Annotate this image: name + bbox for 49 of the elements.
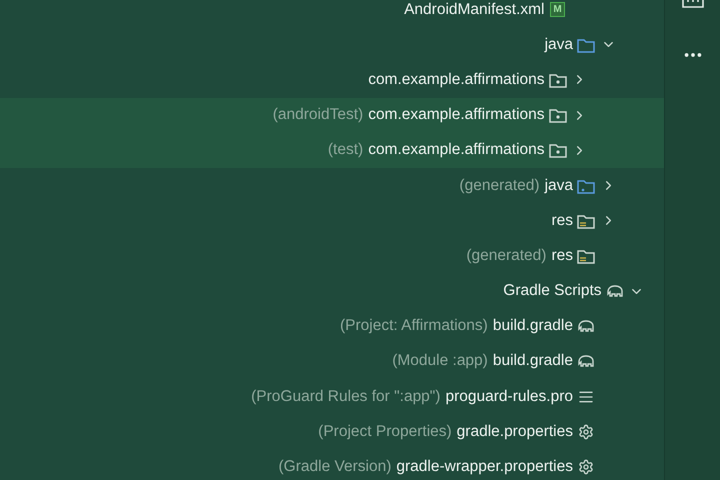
file-detail: (test): [328, 141, 364, 160]
tree-row[interactable]: (Project: Affirmations) build.gradle: [0, 308, 664, 344]
tree-row[interactable]: AndroidManifest.xml M: [0, 0, 664, 28]
file-name: res: [551, 246, 573, 265]
file-detail: (Project Properties): [318, 422, 452, 441]
tree-row[interactable]: (ProGuard Rules for ":app") proguard-rules.pro: [0, 379, 664, 414]
file-detail: (generated): [459, 176, 540, 195]
folder-icon: [577, 36, 595, 53]
file-name: build.gradle: [492, 317, 573, 336]
file-detail: (generated): [466, 246, 546, 265]
tree-row[interactable]: com.example.affirmations: [0, 62, 664, 98]
resource-folder-icon: [577, 212, 595, 229]
file-name: com.example.affirmations: [368, 70, 544, 89]
file-name: gradle.properties: [456, 422, 573, 441]
package-folder-icon: [548, 107, 566, 124]
resource-folder-icon: [577, 248, 595, 264]
tree-row[interactable]: java: [0, 27, 664, 62]
file-name: java: [544, 176, 573, 195]
file-detail: (ProGuard Rules for ":app"): [251, 388, 440, 406]
file-detail: (Gradle Version): [278, 458, 392, 476]
file-name: AndroidManifest.xml: [404, 0, 544, 19]
tree-row[interactable]: (Module :app) build.gradle: [0, 344, 664, 380]
file-name: build.gradle: [492, 352, 573, 370]
tree-row[interactable]: (test) com.example.affirmations: [0, 132, 664, 168]
tree-row[interactable]: (generated) java: [0, 168, 664, 204]
manifest-icon: M: [550, 2, 565, 18]
tree-row[interactable]: Gradle Scripts: [0, 274, 664, 309]
file-name: gradle-wrapper.properties: [396, 458, 573, 476]
package-folder-icon: [548, 72, 566, 88]
file-name: java: [544, 36, 573, 54]
toolbar-icon[interactable]: [682, 0, 704, 8]
text-file-icon: [578, 388, 594, 405]
file-name: Gradle Scripts: [503, 282, 602, 300]
tree-row[interactable]: (Gradle Version) gradle-wrapper.properties: [0, 449, 664, 480]
settings-icon: [578, 424, 594, 440]
tree-row[interactable]: (androidTest) com.example.affirmations: [0, 98, 664, 133]
file-detail: (Project: Affirmations): [340, 317, 488, 336]
tree-row[interactable]: (generated) res: [0, 238, 664, 274]
package-folder-icon: [548, 142, 566, 158]
file-detail: (androidTest): [272, 106, 364, 124]
file-name: proguard-rules.pro: [445, 388, 573, 406]
file-detail: (Module :app): [392, 352, 488, 370]
tree-row[interactable]: res: [0, 203, 664, 238]
file-name: com.example.affirmations: [368, 106, 544, 124]
tree-row[interactable]: (Project Properties) gradle.properties: [0, 414, 664, 450]
folder-icon: [577, 178, 595, 194]
file-name: res: [551, 212, 573, 230]
settings-icon: [578, 459, 594, 476]
file-name: com.example.affirmations: [368, 141, 544, 160]
